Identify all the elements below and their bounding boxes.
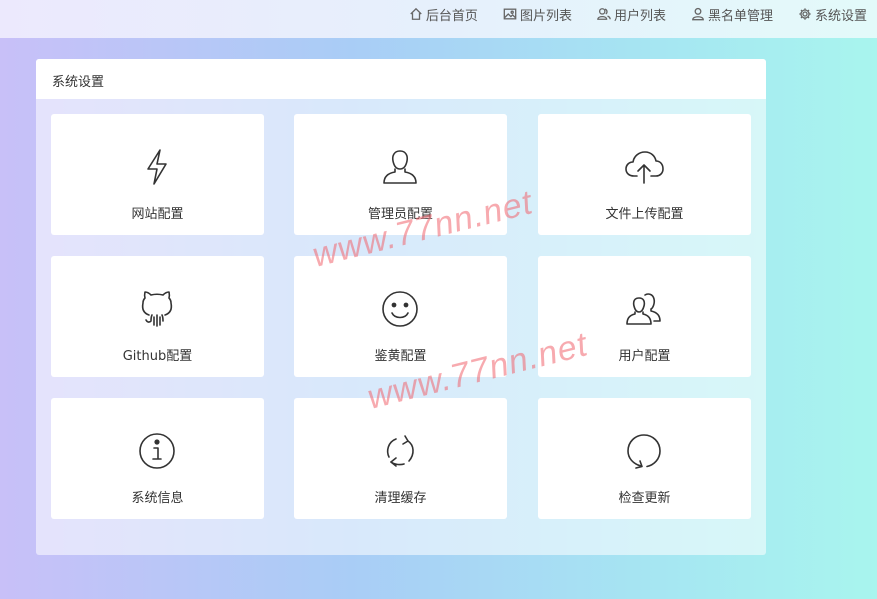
nav-item-users[interactable]: 用户列表 [597,6,666,24]
nav-item-settings[interactable]: 系统设置 [798,6,867,24]
card-clear-cache[interactable]: 清理缓存 [294,398,507,519]
card-check-update[interactable]: 检查更新 [538,398,751,519]
user-icon [692,7,704,21]
users-icon [597,8,611,20]
info-icon [139,433,175,469]
refresh-icon [386,435,414,467]
card-label: Github配置 [122,349,193,364]
smile-icon [382,291,418,327]
github-icon [141,291,173,327]
nav-item-blacklist[interactable]: 黑名单管理 [691,6,773,24]
users-icon [626,293,661,325]
card-github-config[interactable]: Github配置 [51,256,264,377]
card-label: 网站配置 [131,207,184,222]
image-icon [503,8,517,20]
card-label: 检查更新 [618,491,671,506]
lightning-icon [147,149,167,185]
update-icon [627,434,661,469]
nav-item-home[interactable]: 后台首页 [409,6,478,24]
card-site-config[interactable]: 网站配置 [51,114,264,235]
card-porn-filter-config[interactable]: 鉴黄配置 [294,256,507,377]
nav-item-label: 用户列表 [613,8,666,24]
nav-item-label: 黑名单管理 [707,8,773,24]
nav-item-label: 图片列表 [519,8,572,24]
card-user-config[interactable]: 用户配置 [538,256,751,377]
top-bar: 后台首页 图片列表 用户列表 黑名单管理 系统设置 [0,0,877,38]
nav-item-label: 后台首页 [425,8,478,24]
card-label: 系统信息 [131,491,184,506]
card-label: 鉴黄配置 [374,349,427,364]
cloud-upload-icon [625,151,664,184]
nav-item-images[interactable]: 图片列表 [503,6,572,24]
gear-icon [799,8,811,20]
top-nav: 后台首页 图片列表 用户列表 黑名单管理 系统设置 [384,0,877,24]
card-label: 清理缓存 [374,491,427,506]
card-admin-config[interactable]: 管理员配置 [294,114,507,235]
card-label: 管理员配置 [367,207,433,222]
user-icon [383,150,417,184]
nav-item-label: 系统设置 [814,8,867,24]
card-upload-config[interactable]: 文件上传配置 [538,114,751,235]
card-label: 文件上传配置 [605,207,684,222]
panel-title: 系统设置 [36,59,766,99]
home-icon [410,7,422,20]
card-label: 用户配置 [618,349,671,364]
settings-panel: 系统设置 网站配置 管理员配置 文件上传配置 Github配置 鉴黄配置 用户配… [36,59,766,555]
card-system-info[interactable]: 系统信息 [51,398,264,519]
